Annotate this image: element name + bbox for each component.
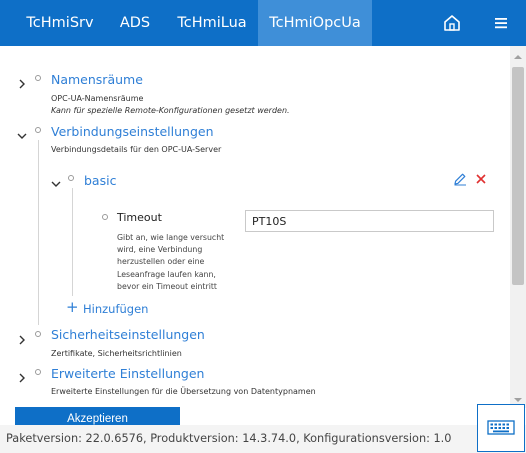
top-navigation-bar: TcHmiSrv ADS TcHmiLua TcHmiOpcUa [0, 0, 526, 46]
tab-tchmiopcua[interactable]: TcHmiOpcUa [258, 0, 372, 46]
tree-node-dot [68, 175, 74, 181]
plus-icon: + [66, 298, 79, 316]
item-title-basic[interactable]: basic [84, 173, 116, 188]
accept-button[interactable]: Akzeptieren [15, 407, 180, 425]
chevron-right-icon[interactable] [17, 368, 27, 383]
home-icon[interactable] [441, 12, 463, 34]
scrollbar-thumb[interactable] [512, 67, 524, 285]
add-button-label: Hinzufügen [83, 302, 149, 316]
edit-pencil-icon[interactable] [453, 171, 467, 186]
tree-node-dot [102, 214, 108, 220]
tree-guide-line [38, 140, 39, 325]
tree-node-dot [35, 369, 41, 375]
section-desc-advanced: Erweiterte Einstellungen für die Überset… [51, 387, 316, 396]
help-line: bevor ein Timeout eintritt [117, 281, 217, 291]
help-line: herzustellen oder eine [117, 257, 205, 267]
section-title-security[interactable]: Sicherheitseinstellungen [51, 327, 205, 342]
keyboard-button[interactable] [477, 404, 525, 452]
tab-tchmisrv[interactable]: TcHmiSrv [15, 0, 105, 46]
chevron-right-icon[interactable] [17, 74, 27, 89]
hamburger-menu-icon[interactable] [490, 12, 512, 34]
timeout-input[interactable] [245, 210, 494, 232]
field-label-timeout: Timeout [117, 211, 162, 224]
help-line: Leseanfrage laufen kann, [117, 269, 216, 279]
chevron-down-icon[interactable] [51, 174, 61, 187]
section-desc-security: Zertifikate, Sicherheitsrichtlinien [51, 349, 182, 358]
tree-node-dot [35, 75, 41, 81]
section-title-connection[interactable]: Verbindungseinstellungen [51, 124, 214, 139]
keyboard-icon [487, 420, 515, 435]
tree-node-dot [35, 127, 41, 133]
help-line: wird, eine Verbindung [117, 245, 203, 255]
tree-node-dot [35, 331, 41, 337]
delete-x-icon[interactable] [474, 171, 488, 185]
tab-tchmilua[interactable]: TcHmiLua [166, 0, 258, 46]
section-desc-namespaces: OPC-UA-Namensräume [51, 94, 144, 103]
section-title-namespaces[interactable]: Namensräume [51, 72, 143, 87]
tab-ads[interactable]: ADS [108, 0, 162, 46]
help-line: Gibt an, wie lange versucht [117, 233, 225, 242]
scroll-down-arrow-icon[interactable] [514, 398, 522, 402]
section-desc-connection: Verbindungsdetails für den OPC-UA-Server [51, 145, 222, 154]
field-help-timeout: Gibt an, wie lange versucht wird, eine V… [117, 232, 247, 293]
section-desc-namespaces-note: Kann für spezielle Remote-Konfiguratione… [51, 106, 290, 115]
version-info: Paketversion: 22.0.6576, Produktversion:… [6, 432, 452, 445]
section-title-advanced[interactable]: Erweiterte Einstellungen [51, 366, 204, 381]
chevron-right-icon[interactable] [17, 330, 27, 345]
tree-guide-line [72, 188, 73, 296]
chevron-down-icon[interactable] [17, 126, 27, 139]
scroll-up-arrow-icon[interactable] [514, 55, 522, 59]
